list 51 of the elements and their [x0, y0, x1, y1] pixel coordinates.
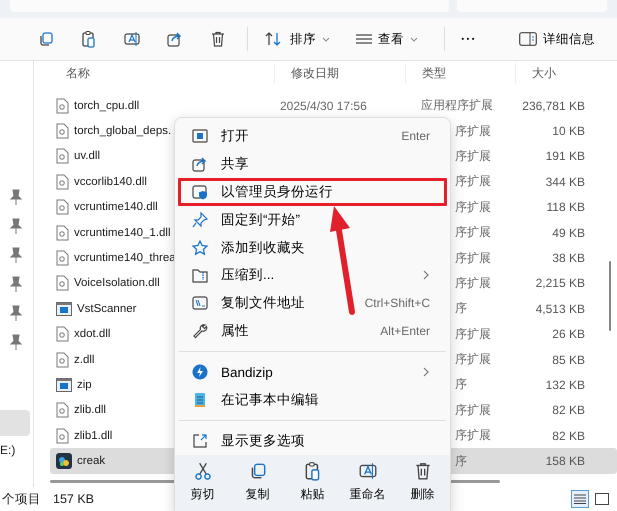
file-name: uv.dll [74, 150, 100, 162]
type-cell: 序 [455, 377, 467, 392]
file-name: vccorlib140.dll [74, 176, 147, 188]
size-cell: 38 KB [552, 251, 585, 266]
size-cell: 10 KB [552, 124, 585, 138]
type-cell: 序扩展 [455, 402, 491, 417]
size-cell: 49 KB [552, 226, 585, 240]
size-cell: 82 KB [552, 403, 585, 418]
type-cell: 序扩展 [455, 250, 491, 265]
type-cell: 序扩展 [455, 276, 491, 290]
shortcut-label: Alt+Enter [380, 324, 430, 338]
file-name: zip [77, 378, 92, 391]
type-cell: 序扩展 [455, 352, 491, 366]
type-cell: 序 [455, 301, 467, 316]
file-name: VoiceIsolation.dll [74, 277, 160, 290]
type-cell: 序扩展 [455, 174, 491, 188]
type-cell: 序扩展 [455, 326, 491, 341]
type-cell: 应用程序扩展 [421, 98, 493, 112]
type-cell: 序扩展 [455, 428, 491, 442]
file-name: creak [77, 455, 106, 468]
selection-size: 157 KB [53, 492, 94, 506]
file-name: vcruntime140_threa [74, 252, 176, 264]
file-name: vcruntime140_1.dll [74, 226, 171, 239]
file-name: zlib.dll [74, 404, 106, 416]
type-cell: 序扩展 [455, 124, 491, 138]
file-name: vcruntime140.dll [74, 201, 158, 214]
size-cell: 4,513 KB [536, 302, 585, 316]
file-name: torch_cpu.dll [74, 100, 140, 112]
size-cell: 26 KB [552, 327, 585, 342]
size-cell: 132 KB [546, 378, 585, 392]
type-cell: 序扩展 [455, 200, 491, 214]
size-cell: 236,781 KB [522, 98, 585, 113]
size-cell: 344 KB [546, 174, 585, 189]
size-cell: 191 KB [546, 149, 585, 164]
size-cell: 85 KB [552, 352, 585, 367]
size-cell: 2,215 KB [536, 276, 585, 290]
item-count: 个项目 [2, 490, 41, 508]
file-name: VstScanner [77, 302, 136, 315]
type-cell: 序扩展 [455, 148, 491, 163]
type-cell: 序 [455, 454, 467, 468]
shortcut-label: Ctrl+Shift+C [364, 296, 430, 310]
shortcut-label: Enter [401, 128, 430, 143]
size-cell: 158 KB [546, 454, 585, 468]
size-cell: 118 KB [546, 200, 585, 214]
file-name: xdot.dll [74, 328, 110, 340]
type-cell: 序扩展 [455, 225, 491, 240]
size-cell: 82 KB [552, 428, 585, 443]
file-name: torch_global_deps. [74, 125, 172, 138]
date-cell: 2025/4/30 17:56 [280, 98, 367, 113]
file-name: zlib1.dll [74, 430, 112, 442]
file-name: z.dll [74, 354, 94, 366]
